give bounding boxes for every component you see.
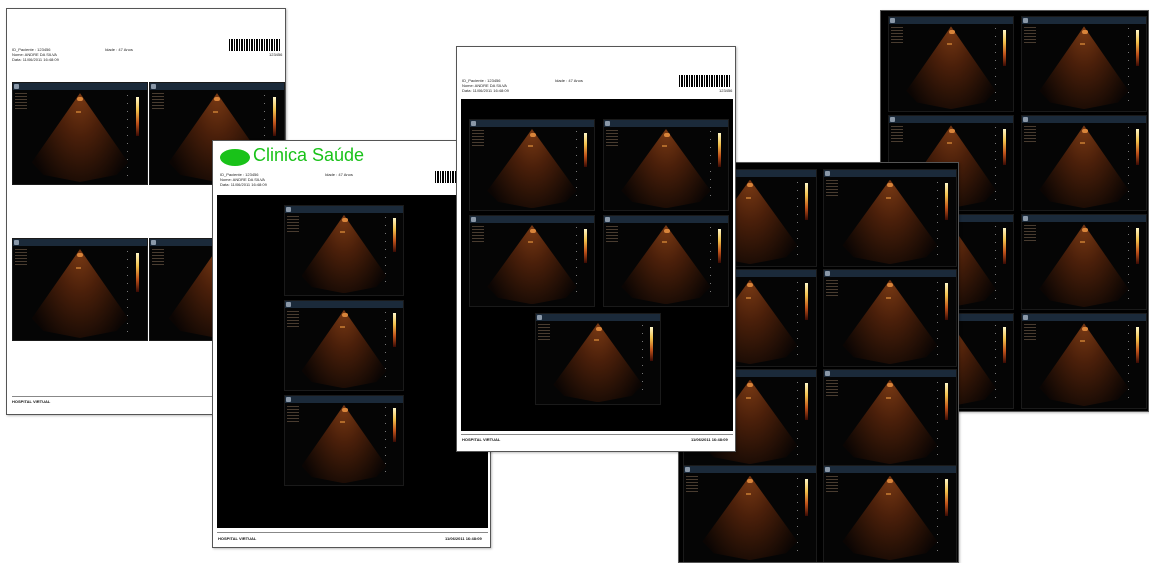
ultrasound-image <box>12 82 148 185</box>
report-page-clinic: Clinica Saúde ID_Paciente : 123456 Nome:… <box>212 140 491 548</box>
ultrasound-image <box>469 119 595 211</box>
report-page-5-images: ID_Paciente : 123456 Nome: ANDRE DA SILV… <box>456 46 736 452</box>
ultrasound-image <box>535 313 661 405</box>
footer-hospital: HOSPITAL VIRTUAL <box>218 536 257 541</box>
ultrasound-image <box>683 465 817 562</box>
ultrasound-image <box>1021 214 1147 310</box>
ultrasound-image <box>823 369 957 467</box>
ultrasound-image <box>1021 115 1147 211</box>
footer-divider <box>461 434 733 435</box>
patient-age: Idade : 47 Anos <box>325 172 353 177</box>
barcode-number: 123456 <box>269 52 283 57</box>
ultrasound-image <box>1021 16 1147 112</box>
patient-age: Idade : 47 Anos <box>555 78 583 83</box>
ultrasound-image <box>603 119 729 211</box>
ultrasound-image <box>603 215 729 307</box>
patient-age: Idade : 47 Anos <box>105 47 133 52</box>
ultrasound-image <box>888 16 1014 112</box>
barcode-number: 123456 <box>719 88 733 93</box>
exam-date: Data: 11/06/2011 16:48:09 <box>12 57 59 62</box>
footer-date: 11/06/2011 16:48:09 <box>445 536 482 541</box>
footer-hospital: HOSPITAL VIRTUAL <box>462 437 501 442</box>
exam-date: Data: 11/06/2011 16:48:09 <box>220 182 267 187</box>
ultrasound-image <box>823 169 957 267</box>
ultrasound-image <box>823 269 957 367</box>
footer-date: 11/06/2011 16:48:09 <box>691 437 728 442</box>
ultrasound-image <box>284 395 404 486</box>
clinic-logo-icon <box>220 149 250 166</box>
ultrasound-image <box>823 465 957 562</box>
footer-divider <box>217 532 488 533</box>
ultrasound-image <box>284 205 404 296</box>
ultrasound-image <box>469 215 595 307</box>
ultrasound-image <box>284 300 404 391</box>
exam-date: Data: 11/06/2011 16:48:09 <box>462 88 509 93</box>
barcode-icon <box>229 39 281 51</box>
barcode-icon <box>679 75 731 87</box>
clinic-name: Clinica Saúde <box>253 145 365 165</box>
ultrasound-image <box>1021 313 1147 409</box>
ultrasound-image <box>12 238 148 341</box>
footer-hospital: HOSPITAL VIRTUAL <box>12 399 51 404</box>
